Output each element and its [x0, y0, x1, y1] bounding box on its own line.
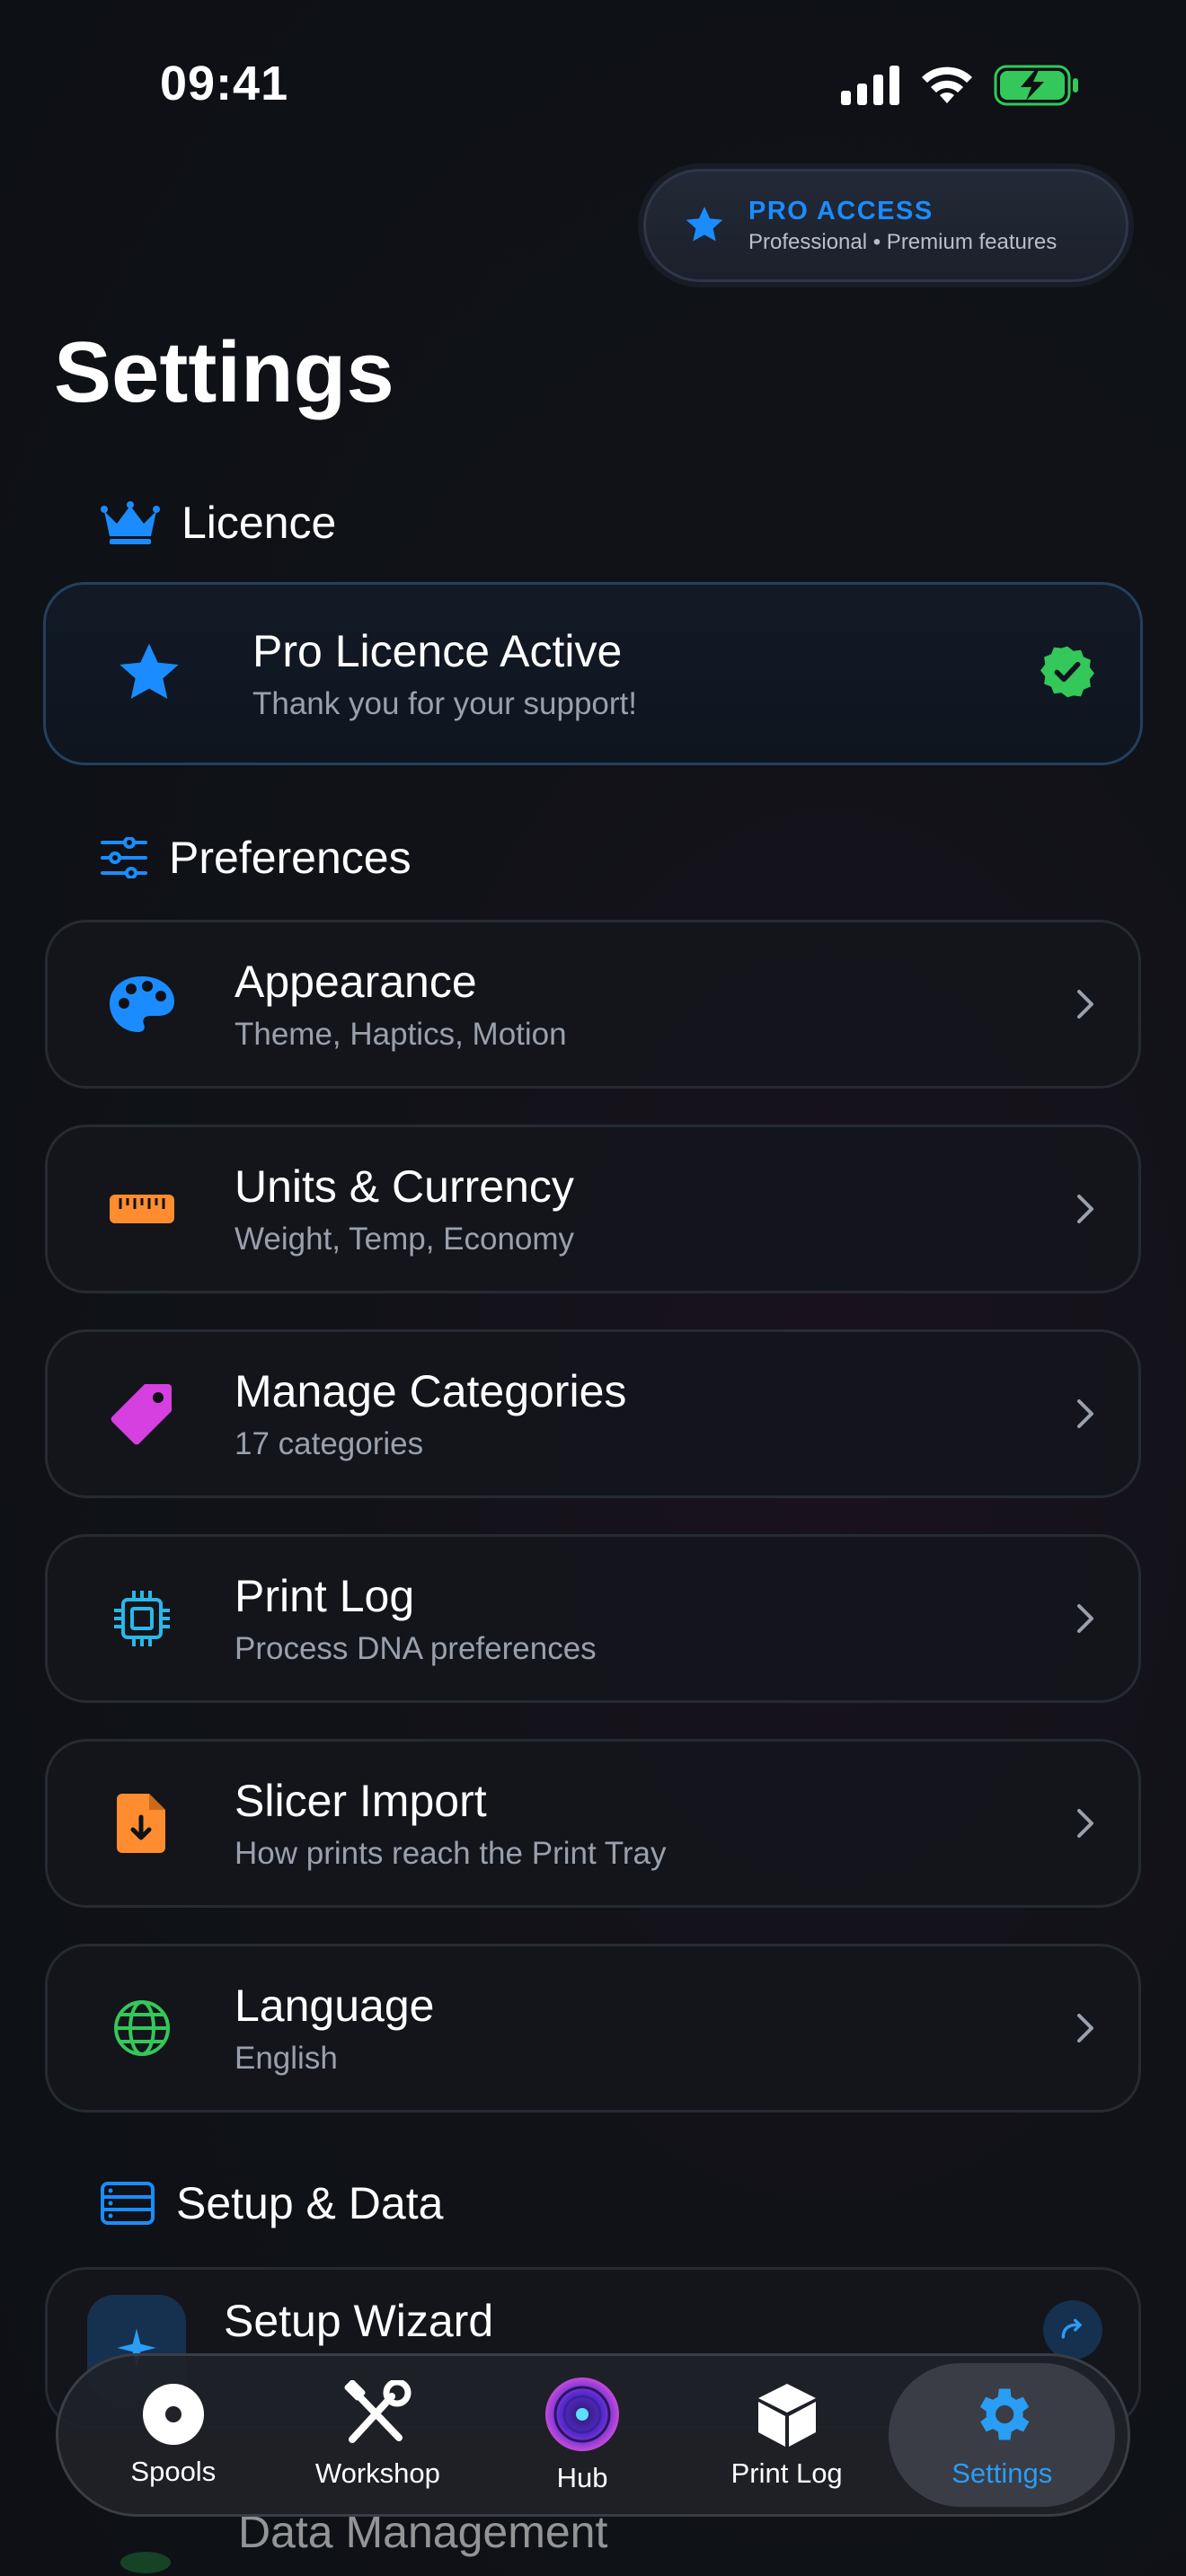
settings-row-title: Manage Categories [235, 1366, 627, 1416]
palette-icon [110, 976, 174, 1032]
tab-bar: Spools Workshop Hub Print Log Settings [56, 2353, 1130, 2517]
star-icon [119, 643, 179, 699]
chevron-right-icon [1077, 990, 1093, 1019]
tab-settings[interactable]: Settings [889, 2363, 1115, 2507]
battery-charging-icon [994, 65, 1078, 106]
tab-spools[interactable]: Spools [71, 2363, 276, 2507]
settings-row-title: Appearance [235, 957, 477, 1007]
status-icons [841, 65, 1080, 106]
settings-row-title: Language [235, 1981, 435, 2031]
section-title-preferences: Preferences [169, 833, 412, 883]
settings-row-subtitle: Process DNA preferences [235, 1631, 597, 1666]
tools-icon [344, 2380, 412, 2443]
settings-row-title: Print Log [235, 1571, 415, 1621]
cube-icon [757, 2384, 816, 2447]
file-import-icon [117, 1794, 165, 1853]
database-icon [120, 2552, 171, 2573]
section-header-licence: Licence [101, 497, 336, 549]
chevron-right-icon [1077, 1809, 1093, 1838]
settings-row-subtitle: 17 categories [235, 1426, 424, 1461]
section-header-setup-data: Setup & Data [101, 2177, 443, 2229]
section-title-licence: Licence [181, 498, 337, 548]
wifi-icon [922, 66, 972, 103]
server-icon [101, 2182, 155, 2225]
pro-access-subtitle: Professional • Premium features [748, 229, 1058, 254]
tab-hub[interactable]: Hub [480, 2363, 685, 2507]
crown-icon [101, 501, 160, 544]
section-title-setup-data: Setup & Data [176, 2178, 444, 2228]
pro-access-title: PRO ACCESS [748, 196, 934, 225]
status-time: 09:41 [160, 57, 289, 110]
tab-label: Spools [130, 2456, 217, 2487]
tab-label: Print Log [730, 2457, 843, 2489]
tab-label: Hub [556, 2462, 608, 2493]
sliders-icon [101, 837, 147, 878]
tag-icon [111, 1384, 172, 1445]
licence-subtitle: Thank you for your support! [252, 686, 637, 721]
licence-card[interactable]: Pro Licence Active Thank you for your su… [43, 582, 1143, 765]
settings-row-title: Units & Currency [235, 1161, 574, 1212]
settings-row-title: Slicer Import [235, 1776, 487, 1826]
settings-row-subtitle: How prints reach the Print Tray [235, 1836, 667, 1871]
settings-row-print-log[interactable]: Print Log Process DNA preferences [45, 1534, 1141, 1703]
redo-arrow-icon [1061, 2318, 1083, 2339]
verified-badge-icon [1040, 646, 1094, 697]
section-header-preferences: Preferences [101, 832, 412, 884]
signal-icon [841, 66, 899, 105]
settings-row-subtitle: Weight, Temp, Economy [235, 1222, 575, 1257]
settings-row-manage-categories[interactable]: Manage Categories 17 categories [45, 1329, 1141, 1498]
chevron-right-icon [1077, 1195, 1093, 1223]
settings-row-language[interactable]: Language English [45, 1944, 1141, 2113]
settings-row-title: Setup Wizard [224, 2296, 494, 2346]
settings-row-units-currency[interactable]: Units & Currency Weight, Temp, Economy [45, 1125, 1141, 1293]
chip-icon [114, 1591, 170, 1646]
globe-icon [114, 2000, 170, 2056]
tab-workshop[interactable]: Workshop [276, 2363, 481, 2507]
page-title: Settings [54, 324, 394, 420]
settings-row-slicer-import[interactable]: Slicer Import How prints reach the Print… [45, 1739, 1141, 1908]
chevron-right-icon [1077, 2014, 1093, 2042]
settings-row-subtitle: English [235, 2041, 338, 2076]
spool-icon [142, 2384, 204, 2445]
tab-print-log[interactable]: Print Log [685, 2363, 890, 2507]
settings-row-appearance[interactable]: Appearance Theme, Haptics, Motion [45, 920, 1141, 1089]
ruler-icon [110, 1195, 174, 1223]
gear-icon [980, 2388, 1030, 2440]
pro-access-badge[interactable]: PRO ACCESS Professional • Premium featur… [643, 169, 1128, 282]
tab-label: Workshop [314, 2457, 440, 2489]
star-icon [686, 207, 723, 242]
tab-label: Settings [951, 2457, 1053, 2489]
chevron-right-icon [1077, 1399, 1093, 1428]
hub-disc-icon [545, 2378, 620, 2451]
licence-title: Pro Licence Active [252, 626, 623, 676]
chevron-right-icon [1077, 1604, 1093, 1633]
settings-row-subtitle: Theme, Haptics, Motion [235, 1017, 567, 1052]
